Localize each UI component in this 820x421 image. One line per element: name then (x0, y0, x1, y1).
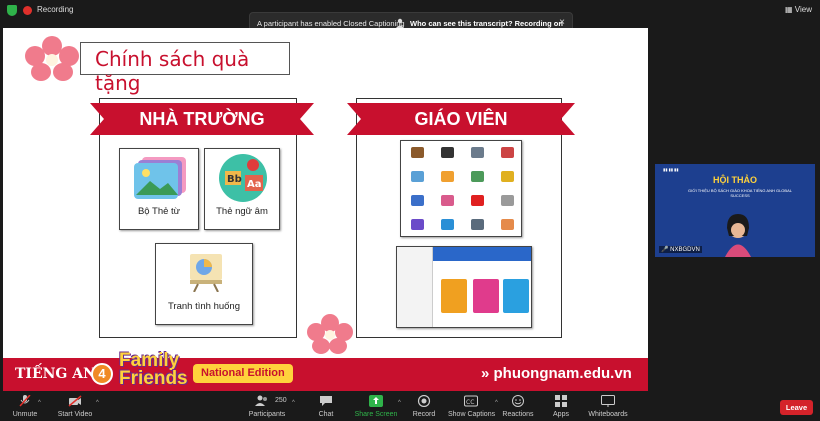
platform-header (433, 247, 531, 261)
website-url: » phuongnam.edu.vn (481, 365, 632, 382)
participants-button[interactable]: 250 Participants (246, 392, 288, 421)
ebook-platform-screenshot (396, 246, 532, 328)
svg-text:Aa: Aa (247, 179, 262, 190)
chat-button[interactable]: Chat (314, 392, 338, 421)
phonics-letters-icon: Bb Aa (219, 154, 267, 202)
view-button[interactable]: ▦ View (785, 5, 812, 14)
calendar-icon (501, 147, 514, 158)
slides-icon (471, 147, 484, 158)
teacher-heading-ribbon: GIÁO VIÊN (347, 103, 575, 135)
record-button[interactable]: Record (410, 392, 438, 421)
chart-board-icon (190, 254, 222, 292)
flashcards-card: Bộ Thẻ từ (119, 148, 199, 230)
flower-decoration-icon (25, 36, 79, 81)
globe-icon (411, 171, 424, 182)
whiteboards-button[interactable]: Whiteboards (588, 392, 628, 421)
edition-badge: National Edition (193, 364, 293, 383)
video-player-icon (441, 147, 454, 158)
start-video-button[interactable]: Start Video (56, 392, 94, 421)
chat-bubble-icon (320, 396, 332, 406)
svg-text:Bb: Bb (227, 174, 242, 185)
slide-footer-band: TIẾNG ANH 4 Family Friends National Edit… (3, 351, 648, 391)
headphones-icon (501, 171, 514, 182)
participants-icon (255, 395, 267, 406)
share-screen-icon (369, 395, 383, 407)
phonics-cards-card: Bb Aa Thẻ ngữ âm (204, 148, 280, 230)
close-icon[interactable]: × (559, 17, 565, 28)
view-grid-icon: ▦ (785, 5, 795, 14)
recording-icon (23, 6, 32, 15)
video-event-subtitle: GIỚI THIỆU BỘ SÁCH GIÁO KHOA TIẾNG ANH G… (688, 188, 792, 198)
picture-cards-icon (134, 157, 186, 199)
games-icon (441, 171, 454, 182)
partner-logos: ▮▮ ▮▮ ▮▮ (663, 167, 679, 172)
slide-title: Chính sách quà tặng (95, 47, 250, 95)
show-captions-button[interactable]: CC Show Captions (448, 392, 495, 421)
book-cover-2 (473, 279, 499, 313)
book-cover-1 (441, 279, 467, 313)
teacher-heading: GIÁO VIÊN (414, 108, 508, 129)
security-shield-icon[interactable] (7, 5, 17, 16)
worksheet-icon (501, 195, 514, 206)
school-heading: NHÀ TRƯỜNG (139, 108, 265, 129)
book-cover-3 (503, 279, 529, 313)
participant-name: 🎤 NXBGDVN (659, 246, 702, 253)
test-icon (411, 219, 424, 230)
svg-text:CC: CC (466, 399, 474, 406)
phonics-cards-label: Thẻ ngữ âm (216, 206, 268, 217)
meeting-toolbar: Unmute ^ Start Video ^ 250 Participants … (0, 392, 820, 421)
chevron-up-icon[interactable]: ^ (38, 400, 41, 406)
flower-decoration-icon (307, 314, 353, 354)
family-friends-logo: Family Friends (119, 350, 188, 389)
reactions-button[interactable]: Reactions (502, 392, 534, 421)
whiteboard-icon (601, 395, 615, 407)
transcript-visibility-link[interactable]: Who can see this transcript? Recording o… (410, 19, 563, 28)
pictures-icon (471, 171, 484, 182)
microphone-muted-icon (19, 395, 31, 407)
chevron-up-icon[interactable]: ^ (398, 400, 401, 406)
grade-badge: 4 (91, 363, 113, 385)
closed-captions-icon: CC (464, 395, 478, 407)
unmute-button[interactable]: Unmute (10, 392, 40, 421)
folder-icon (501, 219, 514, 230)
platform-sidebar (397, 247, 433, 327)
smiley-icon (512, 395, 524, 407)
share-screen-button[interactable]: Share Screen (354, 392, 398, 421)
participant-video-tile[interactable]: ▮▮ ▮▮ ▮▮ HỘI THẢO GIỚI THIỆU BỘ SÁCH GIÁ… (655, 164, 815, 257)
shared-screen-slide: Chính sách quà tặng NHÀ TRƯỜNG GIÁO VIÊN… (3, 28, 648, 391)
teacher-resources-grid (400, 140, 522, 237)
situation-pictures-label: Tranh tình huống (167, 301, 240, 312)
school-heading-ribbon: NHÀ TRƯỜNG (90, 103, 314, 135)
recording-label: Recording (37, 5, 74, 14)
presenter-avatar (725, 214, 751, 257)
video-event-title: HỘI THẢO (713, 175, 757, 185)
apps-button[interactable]: Apps (548, 392, 574, 421)
youtube-icon (471, 195, 484, 206)
people-icon (441, 219, 454, 230)
video-camera-off-icon (68, 395, 82, 407)
chart-icon (411, 195, 424, 206)
captioning-message: A participant has enabled Closed Caption… (257, 19, 405, 28)
cards-icon (441, 195, 454, 206)
chevron-up-icon[interactable]: ^ (292, 400, 295, 406)
apps-grid-icon (555, 395, 567, 407)
chevron-up-icon[interactable]: ^ (96, 400, 99, 406)
leave-button[interactable]: Leave (780, 400, 813, 415)
flashcards-label: Bộ Thẻ từ (137, 206, 181, 217)
chevron-up-icon[interactable]: ^ (495, 400, 498, 406)
record-icon (417, 395, 431, 407)
situation-pictures-card: Tranh tình huống (155, 243, 253, 325)
slide-title-box: Chính sách quà tặng (80, 42, 290, 95)
document-icon (471, 219, 484, 230)
book-icon (411, 147, 424, 158)
participants-count: 250 (275, 397, 287, 404)
